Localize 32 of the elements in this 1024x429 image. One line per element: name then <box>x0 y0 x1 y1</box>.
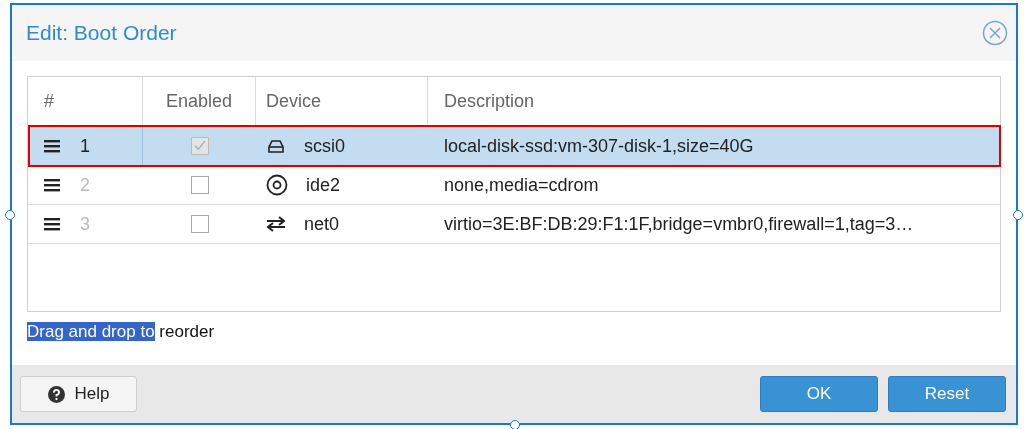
column-header[interactable]: Device <box>256 77 428 126</box>
row-number: 1 <box>80 135 90 157</box>
checkbox[interactable] <box>190 137 209 155</box>
drag-handle-icon[interactable] <box>44 217 60 231</box>
row-number: 3 <box>80 213 90 235</box>
reset-button[interactable]: Reset <box>888 376 1006 412</box>
device-description: local-disk-ssd:vm-307-disk-1,size=40G <box>444 135 754 157</box>
row-number: 2 <box>80 174 90 196</box>
resize-handle[interactable] <box>5 210 15 220</box>
help-icon <box>47 385 65 403</box>
table-row[interactable]: 1 scsi0 local-disk-ssd:vm-307-disk-1,size=40G <box>28 127 1000 166</box>
ok-button[interactable]: OK <box>760 376 878 412</box>
hint-text: Drag and drop to reorder <box>27 322 215 341</box>
resize-handle[interactable] <box>510 420 520 429</box>
window-title: Edit: Boot Order <box>26 21 177 45</box>
device-description: virtio=3E:BF:DB:29:F1:1F,bridge=vmbr0,firewall=1,tag=3… <box>444 213 914 235</box>
checkbox[interactable] <box>190 176 209 194</box>
column-header[interactable]: # <box>28 77 143 126</box>
column-header[interactable]: Description <box>428 77 1000 126</box>
device-name: net0 <box>304 213 340 235</box>
checkbox[interactable] <box>190 215 209 233</box>
close-icon[interactable] <box>982 20 1008 46</box>
drag-handle-icon[interactable] <box>44 139 60 153</box>
device-name: scsi0 <box>304 135 345 157</box>
column-header[interactable]: Enabled <box>143 77 256 126</box>
resize-handle[interactable] <box>1013 210 1023 220</box>
table-row[interactable]: 3 net0 virtio=3E:BF:DB:29:F1:1F,bridge=vmbr0,firewall=1,tag=3… <box>28 205 1000 244</box>
help-button[interactable]: Help <box>20 376 137 412</box>
device-description: none,media=cdrom <box>444 174 599 196</box>
device-name: ide2 <box>306 174 341 196</box>
drag-handle-icon[interactable] <box>44 178 60 192</box>
table-row[interactable]: 2 ide2 none,media=cdrom <box>28 166 1000 205</box>
